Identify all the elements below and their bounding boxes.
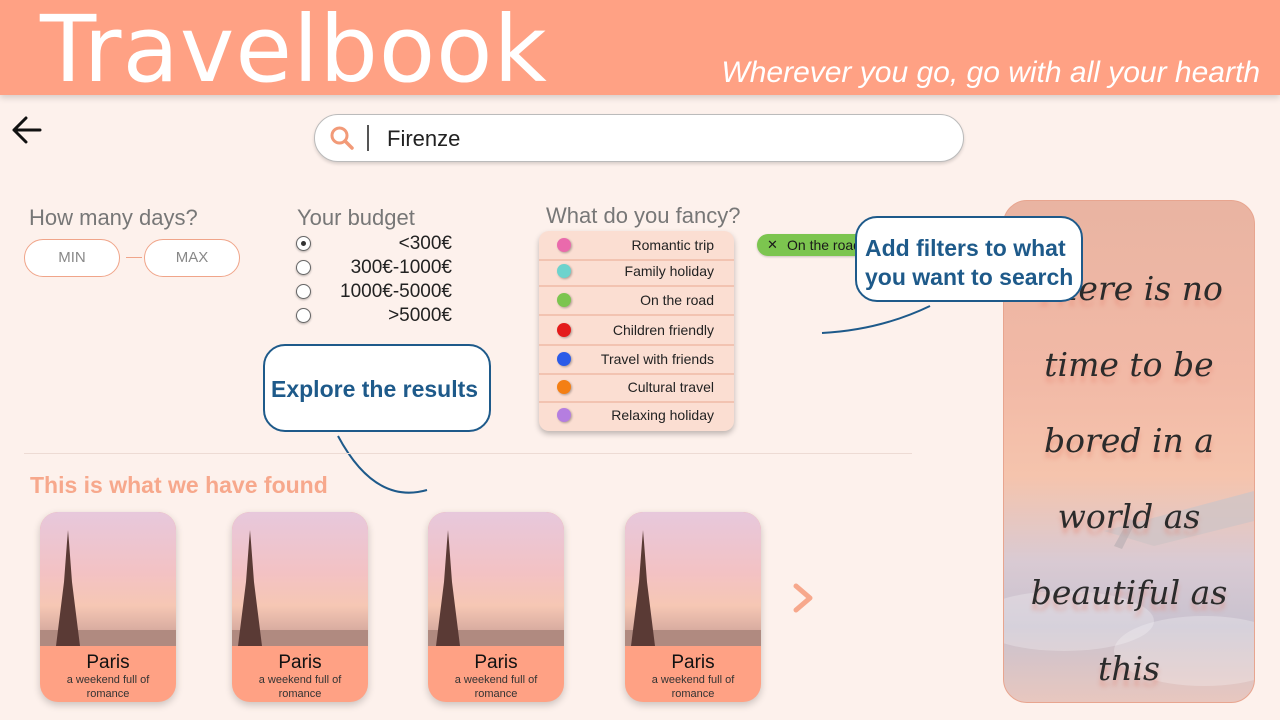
fancy-item-label: Relaxing holiday: [611, 407, 714, 423]
close-icon[interactable]: ✕: [767, 234, 778, 256]
fancy-item-road[interactable]: On the road: [539, 286, 734, 316]
app-header: Travelbook Wherever you go, go with all …: [0, 0, 1280, 103]
results-title: This is what we have found: [30, 472, 328, 498]
fancy-item-label: Children friendly: [612, 322, 714, 338]
radio-icon[interactable]: [296, 284, 311, 299]
result-card[interactable]: Paris a weekend full of romance: [40, 512, 176, 702]
color-dot-icon: [557, 293, 571, 307]
color-dot-icon: [557, 352, 571, 366]
days-min-input[interactable]: MIN: [24, 239, 120, 277]
back-arrow-icon[interactable]: [8, 112, 44, 148]
active-filter-label: On the road: [787, 237, 861, 253]
radio-icon[interactable]: [296, 308, 311, 323]
fancy-item-relaxing[interactable]: Relaxing holiday: [539, 401, 734, 429]
search-divider: [367, 125, 369, 151]
fancy-item-label: On the road: [640, 292, 714, 308]
budget-label: Your budget: [297, 205, 415, 230]
fancy-item-children[interactable]: Children friendly: [539, 316, 734, 346]
chevron-right-icon[interactable]: [788, 580, 818, 616]
result-card[interactable]: Paris a weekend full of romance: [428, 512, 564, 702]
app-tagline: Wherever you go, go with all your hearth: [721, 56, 1260, 89]
budget-option[interactable]: >5000€: [296, 305, 456, 327]
quote-text: There is no time to be bored in a world …: [1030, 269, 1228, 688]
card-title: Paris: [86, 652, 130, 673]
budget-option-label: 300€-1000€: [350, 257, 452, 278]
card-subtitle: a weekend full of romance: [454, 674, 538, 700]
budget-option[interactable]: <300€: [296, 233, 456, 255]
days-range-separator: [126, 257, 142, 258]
color-dot-icon: [557, 264, 571, 278]
fancy-item-label: Romantic trip: [631, 237, 714, 253]
fancy-item-label: Cultural travel: [627, 379, 714, 395]
card-title: Paris: [278, 652, 322, 673]
budget-option[interactable]: 1000€-5000€: [296, 281, 456, 303]
callout-explore: Explore the results: [263, 344, 491, 432]
radio-icon[interactable]: [296, 260, 311, 275]
color-dot-icon: [557, 380, 571, 394]
card-subtitle: a weekend full of romance: [66, 674, 150, 700]
fancy-dropdown: Romantic trip Family holiday On the road…: [539, 231, 734, 431]
budget-option-label: >5000€: [388, 305, 452, 326]
budget-option-label: <300€: [398, 233, 452, 254]
eiffel-tower-icon: [428, 530, 564, 646]
color-dot-icon: [557, 238, 571, 252]
fancy-item-label: Travel with friends: [600, 351, 714, 367]
fancy-label: What do you fancy?: [546, 203, 741, 228]
eiffel-tower-icon: [625, 530, 761, 646]
card-title: Paris: [671, 652, 715, 673]
card-subtitle: a weekend full of romance: [258, 674, 342, 700]
days-label: How many days?: [29, 205, 198, 230]
radio-selected-icon[interactable]: [296, 236, 311, 251]
eiffel-tower-icon: [40, 530, 176, 646]
fancy-item-family[interactable]: Family holiday: [539, 257, 734, 287]
callout-filters: Add filters to what you want to search: [855, 216, 1083, 302]
app-title: Travelbook: [40, 0, 548, 103]
search-bar[interactable]: [314, 114, 964, 162]
section-divider: [24, 453, 912, 454]
search-input[interactable]: [385, 123, 929, 155]
fancy-item-cultural[interactable]: Cultural travel: [539, 373, 734, 403]
color-dot-icon: [557, 323, 571, 337]
result-card[interactable]: Paris a weekend full of romance: [232, 512, 368, 702]
days-max-input[interactable]: MAX: [144, 239, 240, 277]
card-title: Paris: [474, 652, 518, 673]
fancy-item-label: Family holiday: [624, 263, 714, 279]
eiffel-tower-icon: [232, 530, 368, 646]
color-dot-icon: [557, 408, 571, 422]
search-icon[interactable]: [329, 125, 355, 151]
budget-option-label: 1000€-5000€: [340, 281, 452, 302]
result-card[interactable]: Paris a weekend full of romance: [625, 512, 761, 702]
card-subtitle: a weekend full of romance: [651, 674, 735, 700]
budget-option[interactable]: 300€-1000€: [296, 257, 456, 279]
fancy-item-friends[interactable]: Travel with friends: [539, 345, 734, 375]
